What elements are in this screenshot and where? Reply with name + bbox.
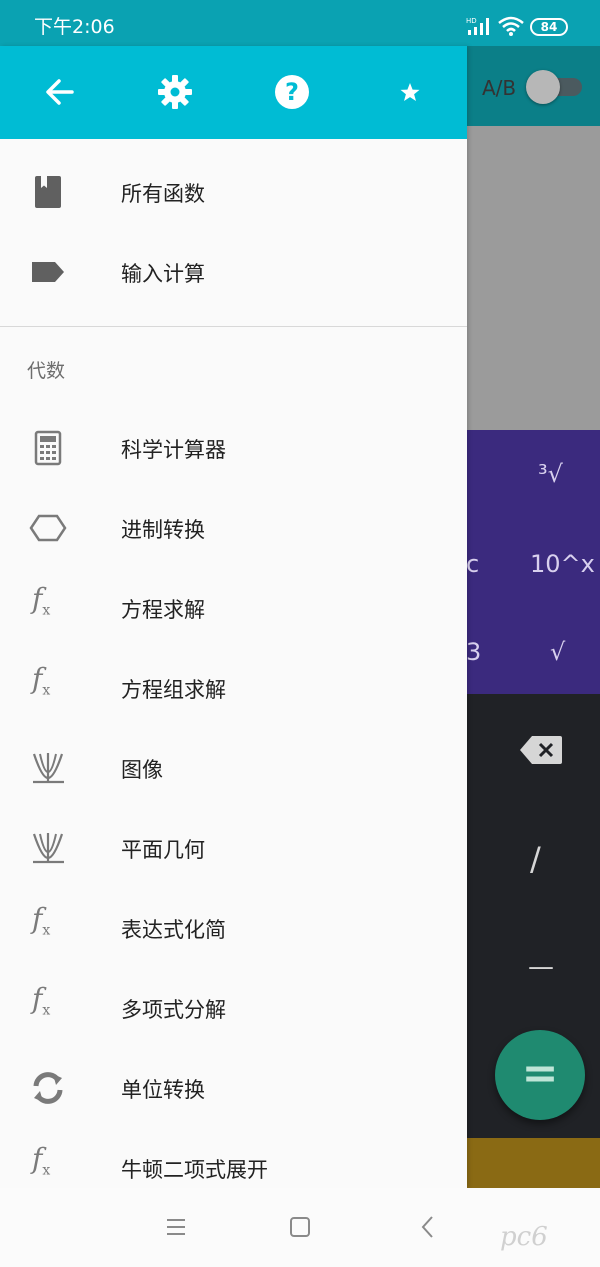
- drawer-item-scientific-calculator[interactable]: 科学计算器: [0, 408, 467, 488]
- help-icon[interactable]: ?: [272, 72, 312, 112]
- drawer-item-label: 平面几何: [121, 838, 205, 862]
- drawer-item-label: 科学计算器: [121, 438, 226, 462]
- drawer-item-expression-simplify[interactable]: fx 表达式化简: [0, 888, 467, 968]
- drawer-item-label: 表达式化简: [121, 918, 226, 942]
- drawer-item-graph[interactable]: 图像: [0, 728, 467, 808]
- home-square-icon[interactable]: [288, 1216, 312, 1238]
- back-arrow-icon[interactable]: [40, 72, 80, 112]
- key-ten-power-x[interactable]: 10^x: [530, 550, 595, 578]
- drawer-item-plane-geometry[interactable]: 平面几何: [0, 808, 467, 888]
- wifi-icon: [498, 16, 524, 36]
- status-bar: 下午2:06 HD 84: [0, 0, 600, 46]
- key-3[interactable]: 3: [466, 638, 481, 666]
- drawer-item-binomial-expansion[interactable]: fx 牛顿二项式展开: [0, 1128, 467, 1188]
- drawer-item-label: 图像: [121, 758, 163, 782]
- fx-icon: fx: [32, 1142, 51, 1179]
- drawer-item-all-functions[interactable]: 所有函数: [0, 152, 467, 232]
- star-icon[interactable]: [390, 72, 430, 112]
- section-title-algebra: 代数: [27, 360, 66, 382]
- function-keypad: ³√ c 10^x 3 √: [466, 430, 600, 694]
- drawer-item-label: 所有函数: [121, 182, 205, 206]
- key-c[interactable]: c: [466, 550, 479, 578]
- status-time: 下午2:06: [34, 16, 115, 38]
- graph-icon: [32, 753, 64, 784]
- key-divide[interactable]: /: [530, 840, 541, 878]
- drawer-item-base-conversion[interactable]: 进制转换: [0, 488, 467, 568]
- navigation-drawer: ? 所有函数 输入计算 代数 科学计算器 进制转换 fx 方程求解 fx 方程组…: [0, 46, 467, 1188]
- drawer-item-equation-system-solver[interactable]: fx 方程组求解: [0, 648, 467, 728]
- drawer-item-label: 单位转换: [121, 1078, 205, 1102]
- drawer-item-label: 方程组求解: [121, 678, 226, 702]
- label-tag-icon: [32, 262, 64, 282]
- refresh-icon: [33, 1072, 63, 1104]
- drawer-item-label: 方程求解: [121, 598, 205, 622]
- drawer-item-equation-solver[interactable]: fx 方程求解: [0, 568, 467, 648]
- book-icon: [35, 176, 61, 208]
- hexagon-icon: [29, 514, 67, 542]
- calculator-icon: [34, 430, 62, 466]
- back-chevron-icon[interactable]: [416, 1214, 440, 1240]
- key-minus[interactable]: —: [528, 952, 554, 982]
- drawer-item-unit-conversion[interactable]: 单位转换: [0, 1048, 467, 1128]
- watermark-logo: pc6: [500, 1222, 548, 1252]
- drawer-item-label: 多项式分解: [121, 998, 226, 1022]
- drawer-item-label: 牛顿二项式展开: [121, 1158, 268, 1182]
- key-sqrt[interactable]: √: [550, 638, 565, 666]
- battery-indicator: 84: [530, 18, 568, 36]
- ab-toggle-knob[interactable]: [526, 70, 560, 104]
- network-type: HD: [466, 17, 477, 25]
- drawer-item-input-calculation[interactable]: 输入计算: [0, 232, 467, 312]
- drawer-item-label: 输入计算: [121, 262, 205, 286]
- drawer-item-label: 进制转换: [121, 518, 205, 542]
- drawer-item-polynomial-factor[interactable]: fx 多项式分解: [0, 968, 467, 1048]
- graph-icon: [32, 833, 64, 864]
- gear-icon[interactable]: [155, 72, 195, 112]
- svg-text:?: ?: [285, 78, 299, 106]
- fx-icon: fx: [32, 582, 51, 619]
- fx-icon: fx: [32, 982, 51, 1019]
- menu-icon[interactable]: [164, 1216, 188, 1238]
- drawer-header: ?: [0, 46, 467, 139]
- bottom-key-row: [466, 1138, 600, 1188]
- fx-icon: fx: [32, 902, 51, 939]
- fx-icon: fx: [32, 662, 51, 699]
- equals-button[interactable]: =: [495, 1030, 585, 1120]
- drawer-divider: [0, 326, 467, 327]
- ab-toggle-label: A/B: [482, 76, 517, 100]
- calculator-display: [466, 126, 600, 430]
- backspace-icon[interactable]: [520, 736, 562, 764]
- signal-icon: HD: [466, 17, 489, 35]
- equals-label: =: [521, 1048, 559, 1099]
- key-cube-root[interactable]: ³√: [538, 460, 563, 488]
